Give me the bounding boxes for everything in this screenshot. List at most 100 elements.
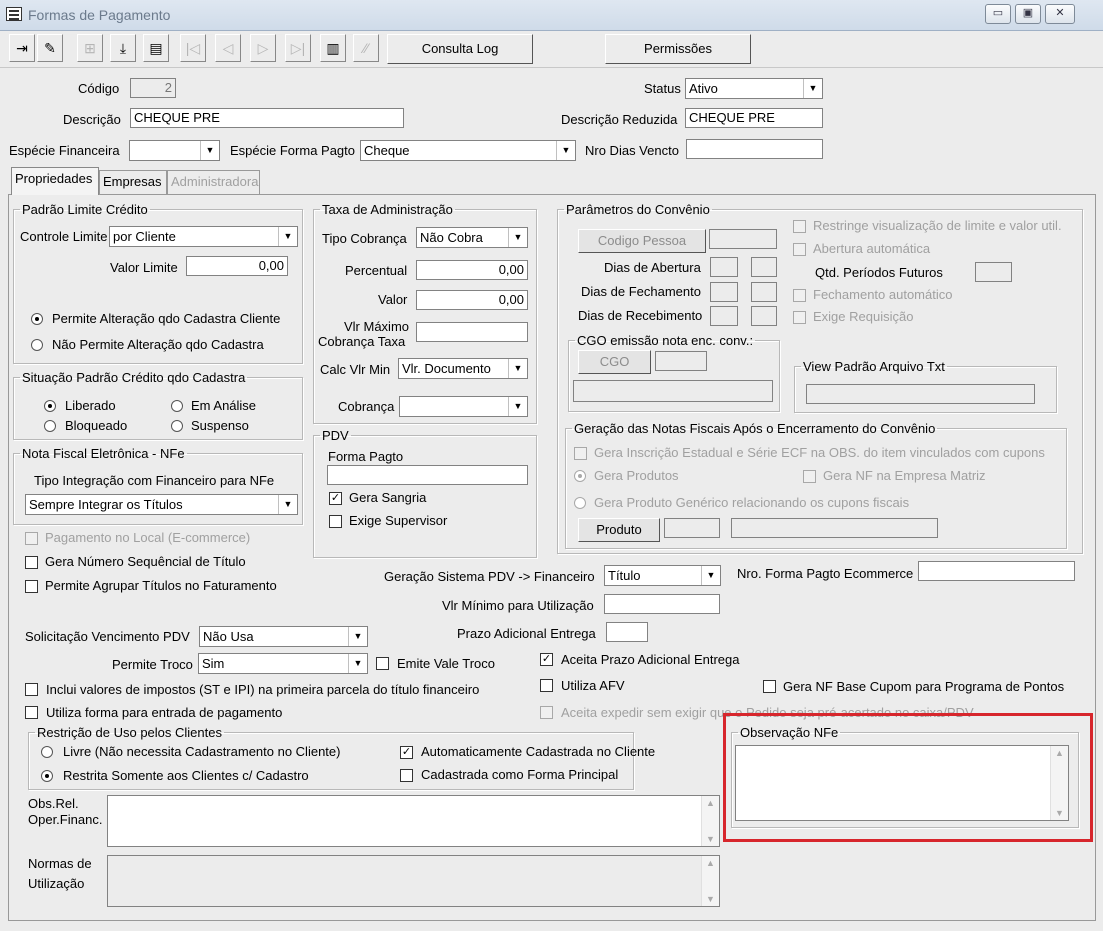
consulta-log-button[interactable]: Consulta Log [387, 34, 533, 64]
exige-requisicao-checkbox[interactable] [793, 311, 806, 324]
tab-empresas[interactable]: Empresas [99, 170, 167, 194]
save-icon[interactable]: ⤓ [110, 34, 136, 62]
chevron-down-icon[interactable]: ▼ [278, 227, 297, 246]
toggle-icon[interactable]: ⁄⁄ [353, 34, 379, 62]
aceita-expedir-checkbox[interactable] [540, 706, 553, 719]
dias-fechamento-field-1[interactable] [710, 282, 738, 302]
qtd-periodos-field[interactable] [975, 262, 1012, 282]
produto-button[interactable]: Produto [578, 518, 660, 542]
chevron-down-icon[interactable]: ▼ [200, 141, 219, 160]
chevron-down-icon[interactable]: ▼ [803, 79, 822, 98]
prazo-adicional-field[interactable] [606, 622, 648, 642]
descricao-field[interactable]: CHEQUE PRE [130, 108, 404, 128]
cgo-button[interactable]: CGO [578, 350, 651, 374]
percentual-field[interactable]: 0,00 [416, 260, 528, 280]
emite-vale-troco-checkbox[interactable] [376, 657, 389, 670]
normas-textarea[interactable]: ▲ ▼ [107, 855, 720, 907]
chevron-down-icon[interactable]: ▼ [508, 359, 527, 378]
pagamento-local-checkbox[interactable] [25, 532, 38, 545]
gera-nf-base-checkbox[interactable] [763, 680, 776, 693]
especie-forma-pagto-select[interactable]: Cheque ▼ [360, 140, 576, 161]
nao-permite-alteracao-radio[interactable] [31, 339, 43, 351]
vertical-scrollbar[interactable]: ▲ ▼ [701, 856, 719, 906]
gera-sangria-checkbox[interactable]: ✓ [329, 492, 342, 505]
first-record-icon[interactable]: |◁ [180, 34, 206, 62]
print-icon[interactable]: ▤ [143, 34, 169, 62]
tab-administradora[interactable]: Administradora [167, 170, 260, 194]
abertura-automatica-checkbox[interactable] [793, 243, 806, 256]
maximize-button[interactable]: ▣ [1015, 4, 1041, 24]
valor-field[interactable]: 0,00 [416, 290, 528, 310]
chevron-down-icon[interactable]: ▼ [508, 228, 527, 247]
controle-limite-select[interactable]: por Cliente ▼ [109, 226, 298, 247]
grid-icon[interactable]: ⊞ [77, 34, 103, 62]
book-icon[interactable]: ▥ [320, 34, 346, 62]
permite-troco-select[interactable]: Sim ▼ [198, 653, 368, 674]
gera-produto-generico-radio[interactable] [574, 497, 586, 509]
vertical-scrollbar[interactable]: ▲ ▼ [701, 796, 719, 846]
nro-ecommerce-field[interactable] [918, 561, 1075, 581]
cgo-field[interactable] [655, 351, 707, 371]
bloqueado-radio[interactable] [44, 420, 56, 432]
status-select[interactable]: Ativo ▼ [685, 78, 823, 99]
chevron-down-icon[interactable]: ▼ [348, 627, 367, 646]
next-record-icon[interactable]: ▷ [250, 34, 276, 62]
em-analise-radio[interactable] [171, 400, 183, 412]
codigo-field[interactable]: 2 [130, 78, 176, 98]
gera-inscricao-checkbox[interactable] [574, 447, 587, 460]
forma-pagto-field[interactable] [327, 465, 528, 485]
dias-recebimento-field-1[interactable] [710, 306, 738, 326]
obs-rel-textarea[interactable]: ▲ ▼ [107, 795, 720, 847]
chevron-down-icon[interactable]: ▼ [508, 397, 527, 416]
chevron-down-icon[interactable]: ▼ [556, 141, 575, 160]
close-button[interactable]: ✕ [1045, 4, 1075, 24]
tipo-cobranca-select[interactable]: Não Cobra ▼ [416, 227, 528, 248]
dias-fechamento-field-2[interactable] [751, 282, 777, 302]
chevron-down-icon[interactable]: ▼ [701, 566, 720, 585]
forma-principal-checkbox[interactable] [400, 769, 413, 782]
nro-dias-vencto-field[interactable] [686, 139, 823, 159]
calc-vlr-min-select[interactable]: Vlr. Documento ▼ [398, 358, 528, 379]
prev-record-icon[interactable]: ◁ [215, 34, 241, 62]
fechamento-automatico-checkbox[interactable] [793, 289, 806, 302]
utiliza-afv-checkbox[interactable] [540, 679, 553, 692]
cobranca-select[interactable]: ▼ [399, 396, 528, 417]
edit-icon[interactable]: ✎ [37, 34, 63, 62]
cgo-description-field[interactable] [573, 380, 773, 402]
chevron-down-icon[interactable]: ▼ [348, 654, 367, 673]
dias-abertura-field-2[interactable] [751, 257, 777, 277]
gera-numero-checkbox[interactable] [25, 556, 38, 569]
permite-alteracao-radio[interactable] [31, 313, 43, 325]
last-record-icon[interactable]: ▷| [285, 34, 311, 62]
dias-recebimento-field-2[interactable] [751, 306, 777, 326]
descricao-reduzida-field[interactable]: CHEQUE PRE [685, 108, 823, 128]
exige-supervisor-checkbox[interactable] [329, 515, 342, 528]
suspenso-radio[interactable] [171, 420, 183, 432]
livre-radio[interactable] [41, 746, 53, 758]
codigo-pessoa-field[interactable] [709, 229, 777, 249]
tab-propriedades[interactable]: Propriedades [11, 167, 99, 195]
restringe-checkbox[interactable] [793, 220, 806, 233]
gera-produtos-radio[interactable] [574, 470, 586, 482]
restrita-radio[interactable] [41, 770, 53, 782]
liberado-radio[interactable] [44, 400, 56, 412]
minimize-button[interactable]: ▭ [985, 4, 1011, 24]
auto-cadastrada-checkbox[interactable]: ✓ [400, 746, 413, 759]
inclui-valores-checkbox[interactable] [25, 683, 38, 696]
valor-limite-field[interactable]: 0,00 [186, 256, 288, 276]
solicitacao-select[interactable]: Não Usa ▼ [199, 626, 368, 647]
utiliza-forma-checkbox[interactable] [25, 706, 38, 719]
gera-nf-matriz-checkbox[interactable] [803, 470, 816, 483]
exit-icon[interactable]: ⇥ [9, 34, 35, 62]
tipo-integracao-select[interactable]: Sempre Integrar os Títulos ▼ [25, 494, 298, 515]
dias-abertura-field-1[interactable] [710, 257, 738, 277]
especie-financeira-select[interactable]: ▼ [129, 140, 220, 161]
view-padrao-field[interactable] [806, 384, 1035, 404]
chevron-down-icon[interactable]: ▼ [278, 495, 297, 514]
vlr-minimo-field[interactable] [604, 594, 720, 614]
aceita-prazo-checkbox[interactable]: ✓ [540, 653, 553, 666]
permissoes-button[interactable]: Permissões [605, 34, 751, 64]
produto-desc-field[interactable] [731, 518, 938, 538]
geracao-pdv-select[interactable]: Título ▼ [604, 565, 721, 586]
produto-code-field[interactable] [664, 518, 720, 538]
